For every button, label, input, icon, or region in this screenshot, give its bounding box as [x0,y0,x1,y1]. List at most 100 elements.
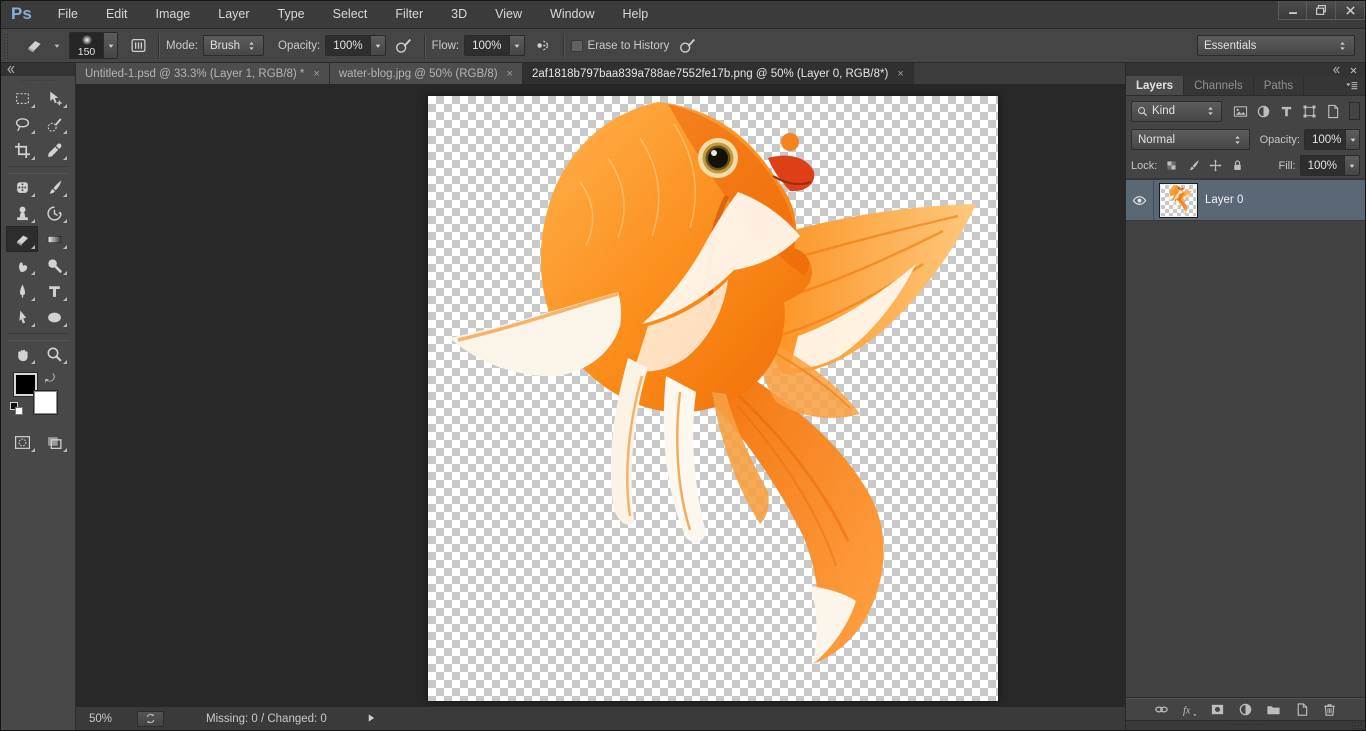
filter-kind-dropdown[interactable]: Kind [1131,101,1222,122]
clone-stamp-tool[interactable] [6,200,38,226]
lasso-tool[interactable] [6,111,38,137]
rectangular-marquee-tool[interactable] [6,85,38,111]
link-layers-button[interactable] [1152,699,1171,719]
menu-help[interactable]: Help [609,1,663,28]
hand-tool[interactable] [6,341,38,367]
opacity-pressure-icon[interactable] [391,33,417,59]
smart-object-filter-button[interactable] [1322,101,1343,121]
layer-fill-input[interactable]: 100% [1300,155,1360,176]
default-colors-icon[interactable] [10,402,24,416]
history-brush-tool[interactable] [38,200,70,226]
new-layer-button[interactable] [1292,699,1311,719]
sync-status-icon[interactable] [137,711,164,727]
eraser-tool[interactable] [6,226,38,252]
document-tab[interactable]: 2af1818b797baa839a788ae7552fe17b.png @ 5… [523,63,914,84]
panel-resize-grip[interactable] [1351,721,1363,729]
brush-tool[interactable] [38,174,70,200]
canvas-area[interactable] [76,85,1125,706]
tab-layers[interactable]: Layers [1126,76,1184,95]
mode-dropdown[interactable]: Brush [203,35,264,56]
menu-view[interactable]: View [481,1,536,28]
close-panel-icon[interactable] [1349,63,1358,77]
eyedropper-tool[interactable] [38,137,70,163]
brush-size-picker[interactable]: 150 [69,32,118,59]
lock-all-button[interactable] [1227,156,1248,176]
layer-opacity-input[interactable]: 100% [1304,129,1360,150]
menu-edit[interactable]: Edit [92,1,142,28]
panel-menu-icon[interactable] [1344,76,1365,95]
workspace-dropdown[interactable]: Essentials [1197,35,1355,56]
layer-thumbnail[interactable] [1160,184,1197,217]
layer-style-fx-button[interactable] [1180,699,1199,719]
panel-resize-handle[interactable] [1228,723,1264,727]
tool-preset-dropdown-icon[interactable] [52,41,62,51]
pixel-layer-filter-button[interactable] [1230,101,1251,121]
new-group-button[interactable] [1264,699,1283,719]
eraser-tool-preset-icon[interactable] [21,33,47,59]
document-tab[interactable]: Untitled-1.psd @ 33.3% (Layer 1, RGB/8) … [76,63,330,84]
layer-name[interactable]: Layer 0 [1205,194,1243,206]
flow-input[interactable]: 100% [464,35,524,56]
layer-row[interactable]: Layer 0 [1126,180,1365,221]
menu-image[interactable]: Image [142,1,205,28]
add-layer-mask-button[interactable] [1208,699,1227,719]
dodge-tool[interactable] [38,252,70,278]
tab-close-button[interactable]: × [313,68,319,80]
menu-select[interactable]: Select [319,1,382,28]
collapse-panels-icon[interactable] [1331,63,1341,77]
type-tool[interactable] [38,278,70,304]
opacity-input[interactable]: 100% [325,35,385,56]
erase-to-history-checkbox[interactable] [571,40,583,52]
status-options-arrow-icon[interactable] [365,712,377,724]
tab-close-button[interactable]: × [507,68,513,80]
pen-tool[interactable] [6,278,38,304]
healing-brush-tool[interactable] [6,174,38,200]
screen-mode-button[interactable] [38,429,70,455]
new-adjustment-layer-button[interactable] [1236,699,1255,719]
smudge-tool[interactable] [6,252,38,278]
document-tab-title: 2af1818b797baa839a788ae7552fe17b.png @ 5… [532,68,888,80]
menu-3d[interactable]: 3D [437,1,481,28]
options-drag-handle[interactable] [3,33,10,59]
zoom-level-field[interactable]: 50% [89,713,129,725]
tab-close-button[interactable]: × [897,68,903,80]
gradient-tool[interactable] [38,226,70,252]
adjustment-layer-filter-button[interactable] [1253,101,1274,121]
move-tool[interactable] [38,85,70,111]
background-color-swatch[interactable] [34,391,57,414]
menu-filter[interactable]: Filter [381,1,437,28]
brush-panel-toggle-button[interactable] [125,33,151,59]
shape-layer-filter-button[interactable] [1299,101,1320,121]
tools-drag-handle[interactable] [1,76,75,85]
document-tab[interactable]: water-blog.jpg @ 50% (RGB/8)× [330,63,523,84]
filtering-toggle-switch[interactable] [1349,102,1360,120]
layer-visibility-eye-icon[interactable] [1126,180,1154,220]
tab-channels[interactable]: Channels [1184,76,1254,95]
close-button[interactable] [1336,1,1365,20]
tools-collapse-button[interactable] [1,63,75,76]
menu-file[interactable]: File [44,1,92,28]
layer-opacity-label: Opacity: [1260,134,1300,146]
lock-position-button[interactable] [1205,156,1226,176]
lock-transparency-button[interactable] [1161,156,1182,176]
quick-mask-button[interactable] [6,429,38,455]
zoom-tool[interactable] [38,341,70,367]
swap-colors-icon[interactable]: ⤾ [45,371,55,386]
quick-selection-tool[interactable] [38,111,70,137]
menu-type[interactable]: Type [264,1,319,28]
restore-button[interactable] [1307,1,1336,20]
size-pressure-icon[interactable] [674,33,700,59]
canvas-document[interactable] [428,96,998,701]
path-selection-tool[interactable] [6,304,38,330]
menu-layer[interactable]: Layer [204,1,263,28]
minimize-button[interactable] [1278,1,1307,20]
tab-paths[interactable]: Paths [1254,76,1304,95]
type-layer-filter-button[interactable] [1276,101,1297,121]
delete-layer-button[interactable] [1320,699,1339,719]
ellipse-shape-tool[interactable] [38,304,70,330]
menu-window[interactable]: Window [536,1,608,28]
lock-pixels-button[interactable] [1183,156,1204,176]
blend-mode-dropdown[interactable]: Normal [1131,129,1250,150]
crop-tool[interactable] [6,137,38,163]
airbrush-toggle-icon[interactable] [530,33,556,59]
